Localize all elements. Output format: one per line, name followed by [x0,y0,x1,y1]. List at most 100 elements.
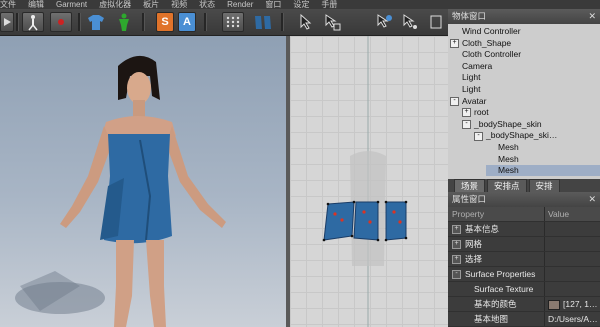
property-label: 基本信息 [465,224,500,234]
tree-node-label: Camera [462,60,493,71]
collapse-icon[interactable]: - [474,131,483,141]
tree-node[interactable]: Cloth Controller [450,49,600,60]
tree-node[interactable]: + root [462,107,600,118]
tree-node-label: Light [462,84,481,94]
tree-node[interactable]: - _bodyShape_skin [462,119,600,130]
tab-0[interactable]: 场景 [454,179,486,192]
menu-item-6[interactable]: 状态 [199,0,215,9]
tree-node-label: Mesh [498,153,519,164]
object-tabs: 场景 安排点 安排 [448,179,600,192]
tree-node[interactable]: Camera [450,61,600,72]
grid-dots-icon[interactable] [222,12,244,32]
property-value[interactable]: [127, 1… [544,297,598,311]
avatar-icon[interactable] [112,12,136,32]
menu-item-10[interactable]: 手册 [321,0,337,9]
close-icon[interactable]: ✕ [588,192,596,207]
property-value [544,237,548,251]
tree-node-label: Avatar [462,95,487,106]
property-column-header: Property [452,209,485,219]
collapse-icon[interactable]: - [450,96,459,106]
shirt-icon[interactable] [84,12,108,32]
property-value[interactable]: D:/Users/A… [544,312,598,326]
property-value [544,252,548,266]
transform-tool-icon[interactable] [322,12,342,32]
property-label: 选择 [465,254,483,264]
tree-node[interactable]: Light [450,72,600,83]
play-button[interactable] [0,12,14,32]
tree-node-label: Mesh [498,165,519,176]
close-icon[interactable]: ✕ [588,9,596,24]
pattern-pieces-icon[interactable] [252,12,274,32]
property-value-text: [127, 1… [563,299,598,309]
select-tool-icon[interactable] [296,12,316,32]
tree-node[interactable]: Mesh [486,165,600,177]
property-value [544,222,548,236]
tab-2[interactable]: 安排 [528,179,560,192]
property-label: 网格 [465,239,483,249]
tree-node-label: Mesh [498,142,519,152]
tree-node[interactable]: Mesh [486,154,600,165]
record-button[interactable] [50,12,72,32]
tree-node[interactable]: + Cloth_Shape [450,38,600,49]
property-row[interactable]: + 基本信息 [448,222,600,237]
tree-node-label: Wind Controller [462,26,521,36]
toolbar: S A [0,9,448,36]
property-table: Property Value + 基本信息 + 网格 + 选择 - Surface Prope… [448,207,600,327]
collapse-icon[interactable]: - [462,120,471,130]
tree-node[interactable]: Mesh [486,142,600,153]
segment-tool-icon[interactable] [374,12,394,32]
tab-1[interactable]: 安排点 [487,179,527,192]
avatar-figure [15,55,226,327]
color-swatch[interactable] [548,299,560,310]
viewport-2d[interactable] [290,36,448,327]
tree-node-label: Light [462,72,481,83]
collapse-icon[interactable]: - [452,270,461,280]
expand-icon[interactable]: + [462,108,471,118]
menu-item-9[interactable]: 设定 [293,0,309,9]
menu-item-7[interactable]: Render [227,0,253,9]
simulation-s-button[interactable]: S [156,12,174,32]
expand-icon[interactable]: + [452,225,461,235]
object-tree[interactable]: Wind Controller + Cloth_Shape Cloth Control… [448,24,600,179]
tree-node-label: root [474,107,489,118]
property-row[interactable]: - Surface Properties [448,267,600,282]
tree-node[interactable]: Wind Controller [450,26,600,37]
menu-item-3[interactable]: 虚拟化器 [99,0,131,9]
property-window-title: 属性窗口 ✕ [448,192,600,207]
object-window-title-text: 物体窗口 [452,11,487,21]
property-label: 基本的颜色 [474,299,517,309]
menu-item-0[interactable]: 文件 [0,0,16,9]
property-row[interactable]: 基本的颜色 [127, 1… [448,297,600,312]
property-header: Property Value [448,207,600,222]
edit-tool-icon[interactable] [428,12,444,32]
property-label: Surface Texture [474,284,534,294]
property-row[interactable]: Surface Texture [448,282,600,297]
walk-icon[interactable] [22,12,44,32]
property-row[interactable]: 基本地图 D:/Users/A… [448,312,600,327]
menu-item-1[interactable]: 编辑 [28,0,44,9]
property-label: Surface Properties [465,269,536,279]
tree-node[interactable]: - Avatar [450,96,600,107]
expand-icon[interactable]: + [450,38,459,48]
menu-item-8[interactable]: 窗口 [265,0,281,9]
property-row[interactable]: + 选择 [448,252,600,267]
tree-node[interactable]: Light [450,84,600,95]
point-tool-icon[interactable] [400,12,420,32]
expand-icon[interactable]: + [452,255,461,265]
menu-item-2[interactable]: Garment [56,0,87,9]
menu-item-4[interactable]: 板片 [143,0,159,9]
tree-node-label: Cloth_Shape [462,37,512,48]
property-label: 基本地图 [474,314,509,324]
expand-icon[interactable]: + [452,240,461,250]
property-value [544,282,548,296]
pattern-pieces[interactable] [322,200,408,242]
property-window-title-text: 属性窗口 [452,194,487,204]
menu-bar: 文件 编辑 Garment 虚拟化器 板片 视频 状态 Render 窗口 设定 手册 [0,0,600,9]
tree-node[interactable]: - _bodyShape_ski… [474,130,600,141]
property-value-text: D:/Users/A… [548,314,598,324]
viewport-3d[interactable] [0,36,286,327]
object-window-title: 物体窗口 ✕ [448,9,600,24]
menu-item-5[interactable]: 视频 [171,0,187,9]
property-row[interactable]: + 网格 [448,237,600,252]
animation-a-button[interactable]: A [178,12,196,32]
